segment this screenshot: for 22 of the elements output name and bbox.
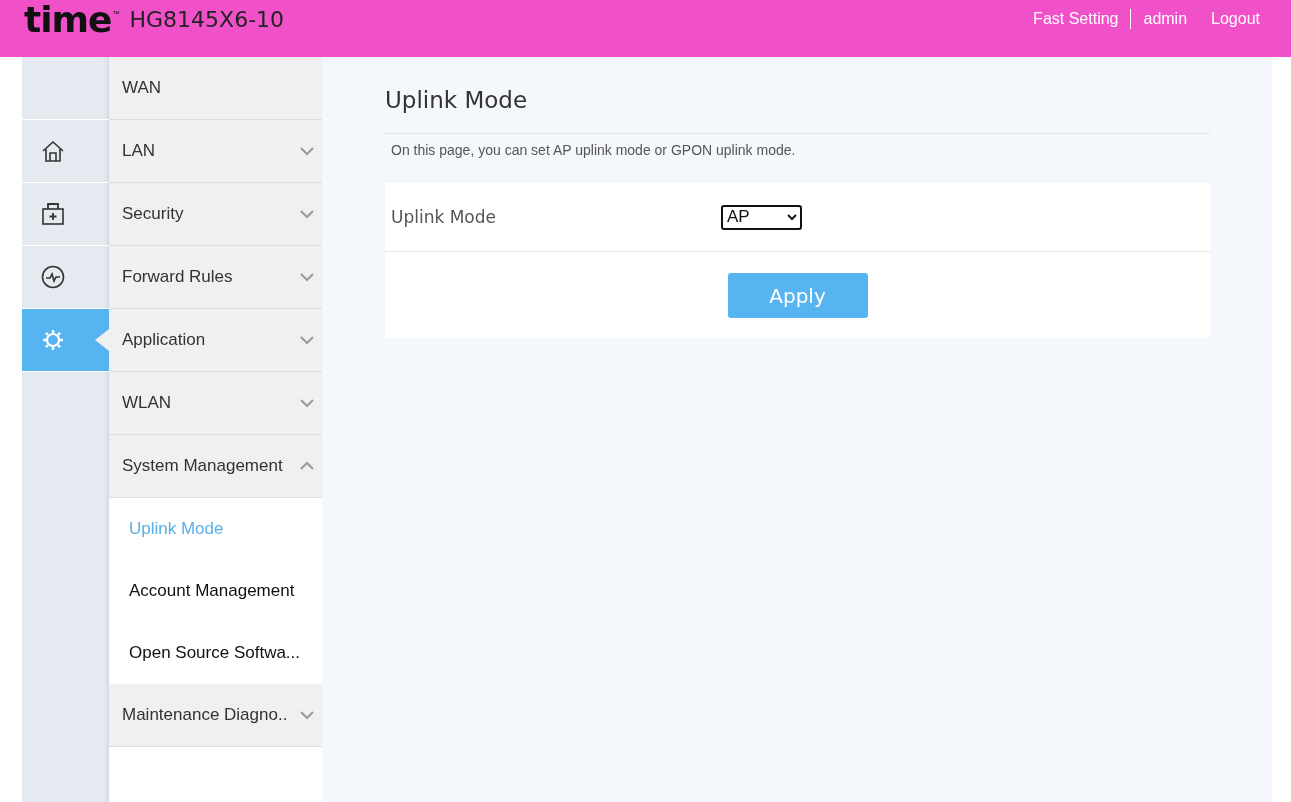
brand-logo: time xyxy=(24,1,112,38)
selection-pointer-icon xyxy=(95,329,109,351)
submenu-item[interactable]: Account Management xyxy=(109,560,322,622)
device-model: HG8145X6-10 xyxy=(129,7,285,32)
pulse-icon xyxy=(40,265,65,289)
menu-item[interactable]: WAN xyxy=(109,57,322,120)
field-label: Uplink Mode xyxy=(391,207,498,227)
page-description: On this page, you can set AP uplink mode or GPON uplink mode. xyxy=(391,142,797,158)
home-icon xyxy=(40,139,65,163)
chevron-down-icon xyxy=(787,213,797,221)
settings-icon xyxy=(40,328,65,352)
menu-item[interactable]: Maintenance Diagno.. xyxy=(109,684,322,747)
menu-item[interactable]: WLAN xyxy=(109,372,322,435)
page-title: Uplink Mode xyxy=(385,87,1210,134)
uplink-mode-dropdown[interactable]: AP xyxy=(721,204,802,230)
menu-item[interactable]: System Management xyxy=(109,435,322,498)
medical-kit-icon xyxy=(40,202,65,226)
menu-item[interactable]: LAN xyxy=(109,120,322,183)
submenu-item[interactable]: Open Source Softwa... xyxy=(109,622,322,684)
menu-item[interactable]: Forward Rules xyxy=(109,246,322,309)
menu-item[interactable]: Application xyxy=(109,309,322,372)
menu-item[interactable]: Security xyxy=(109,183,322,246)
